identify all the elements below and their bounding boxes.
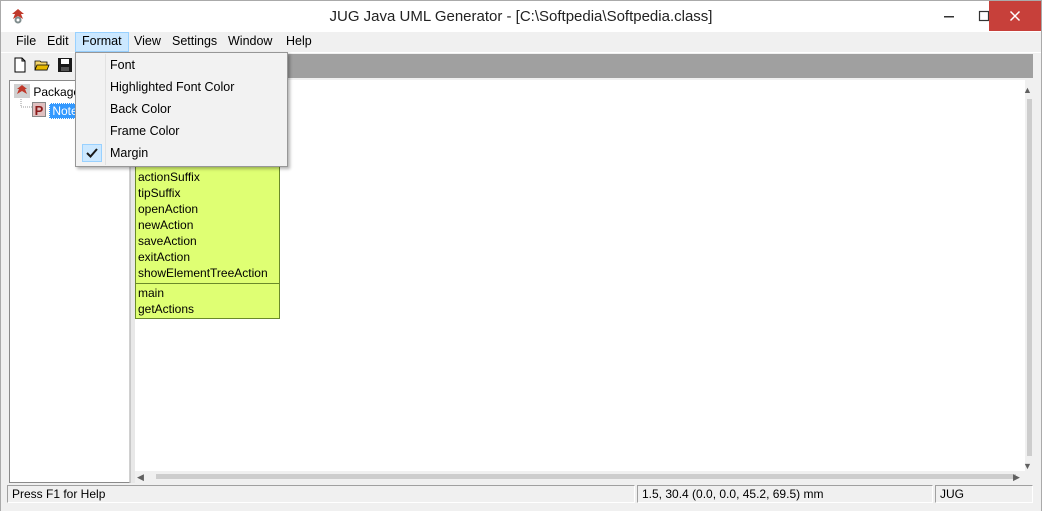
uml-separator — [136, 283, 279, 284]
uml-attribute: newAction — [138, 218, 194, 232]
uml-method: main — [138, 286, 165, 300]
menu-item-font[interactable]: Font — [78, 54, 285, 76]
uml-class-box[interactable]: actionSuffix tipSuffix openAction newAct… — [135, 166, 280, 319]
format-dropdown-menu: Font Highlighted Font Color Back Color F… — [75, 52, 288, 167]
menu-item-margin-label: Margin — [110, 146, 149, 160]
menu-file[interactable]: File — [10, 32, 42, 52]
minimize-icon — [944, 16, 954, 18]
uml-method: getActions — [138, 302, 195, 316]
menu-item-highlighted-font-color[interactable]: Highlighted Font Color — [78, 76, 285, 98]
menu-window[interactable]: Window — [222, 32, 278, 52]
close-icon — [1009, 10, 1021, 22]
uml-attribute: saveAction — [138, 234, 197, 248]
uml-methods-section: main getActions — [136, 285, 279, 317]
tree-root-row[interactable]: Package — [14, 84, 80, 100]
uml-attribute: showElementTreeAction — [138, 266, 268, 280]
vertical-scroll-thumb[interactable] — [1027, 99, 1032, 456]
close-button[interactable] — [989, 1, 1041, 31]
menu-view[interactable]: View — [128, 32, 167, 52]
uml-attributes-section: actionSuffix tipSuffix openAction newAct… — [136, 169, 279, 281]
uml-attribute: openAction — [138, 202, 199, 216]
checkmark-icon — [82, 144, 102, 162]
menu-item-margin[interactable]: Margin — [78, 142, 285, 164]
scroll-down-icon[interactable]: ▼ — [1023, 461, 1032, 471]
scroll-right-icon[interactable]: ▶ — [1013, 472, 1020, 482]
tree-child-row[interactable]: P Note — [32, 102, 81, 119]
uml-attribute: exitAction — [138, 250, 191, 264]
menu-item-back-color[interactable]: Back Color — [78, 98, 285, 120]
status-coordinates: 1.5, 30.4 (0.0, 0.0, 45.2, 69.5) mm — [637, 485, 933, 503]
package-badge-icon: P — [32, 102, 46, 118]
menu-format[interactable]: Format — [75, 32, 129, 52]
package-icon — [14, 84, 30, 98]
status-mode: JUG — [935, 485, 1033, 503]
scroll-corner — [1025, 471, 1041, 483]
app-window: JUG Java UML Generator - [C:\Softpedia\S… — [0, 0, 1042, 511]
save-disk-icon[interactable] — [57, 57, 73, 73]
new-file-icon[interactable] — [12, 57, 28, 73]
menu-edit[interactable]: Edit — [41, 32, 75, 52]
open-folder-icon[interactable] — [34, 57, 50, 73]
status-help-text: Press F1 for Help — [7, 485, 635, 503]
scroll-left-icon[interactable]: ◀ — [137, 472, 144, 482]
tree-root-label: Package — [33, 85, 81, 99]
menu-item-frame-color[interactable]: Frame Color — [78, 120, 285, 142]
horizontal-scroll-thumb[interactable] — [156, 474, 1016, 479]
uml-attribute: actionSuffix — [138, 170, 200, 184]
toolbar-empty-area — [285, 54, 1033, 78]
window-title: JUG Java UML Generator - [C:\Softpedia\S… — [329, 8, 713, 25]
menu-bar: File Edit Format View Settings Window He… — [1, 32, 1041, 52]
uml-attribute: tipSuffix — [138, 186, 181, 200]
menu-settings[interactable]: Settings — [166, 32, 223, 52]
status-bar: Press F1 for Help 1.5, 30.4 (0.0, 0.0, 4… — [1, 483, 1041, 511]
title-bar[interactable]: JUG Java UML Generator - [C:\Softpedia\S… — [1, 1, 1041, 32]
scroll-up-icon[interactable]: ▲ — [1023, 85, 1032, 95]
menu-help[interactable]: Help — [280, 32, 318, 52]
